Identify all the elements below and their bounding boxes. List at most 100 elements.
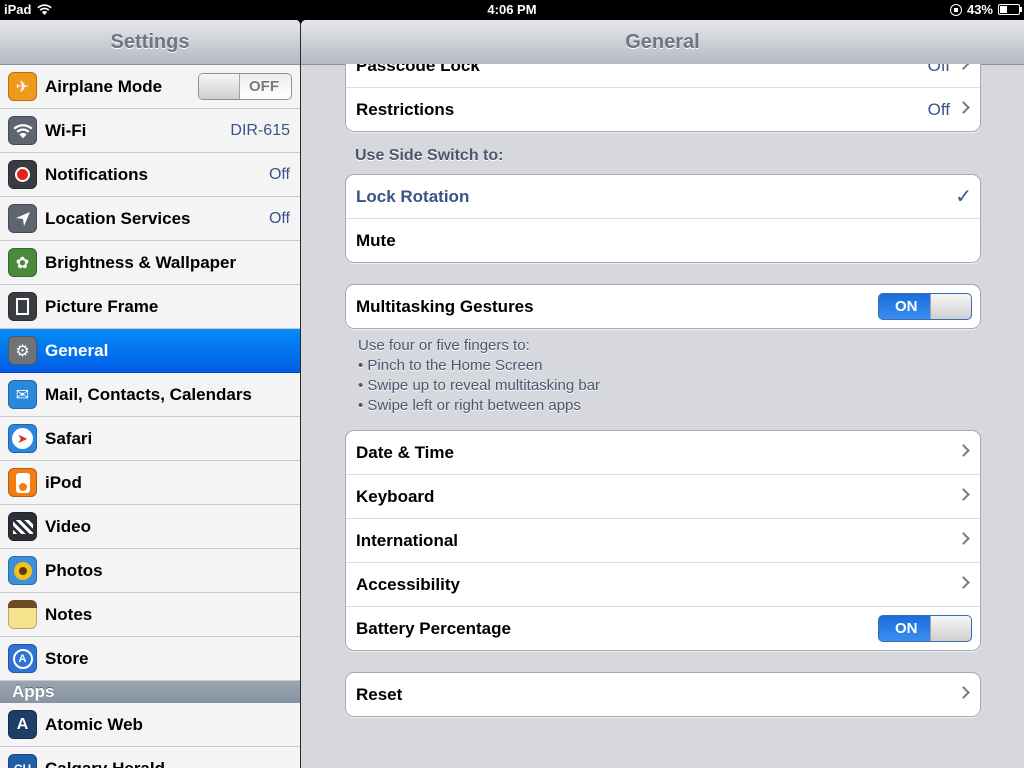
sidebar-item-label: Picture Frame [45,296,159,316]
lock-rotation-option[interactable]: Lock Rotation ✓ [346,175,980,219]
sidebar-item-brightness-wallpaper[interactable]: ✿ Brightness & Wallpaper [0,241,300,285]
airplane-icon: ✈ [8,72,37,101]
row-label: Passcode Lock [356,64,480,75]
battery-percentage-switch[interactable]: ON [878,615,972,642]
sidebar-item-label: Notifications [45,164,148,184]
sidebar-item-label: Airplane Mode [45,76,163,96]
footnote-line: • Swipe left or right between apps [358,397,581,414]
row-label: Accessibility [356,574,460,594]
sidebar-item-label: Safari [45,428,93,448]
side-switch-group: Lock Rotation ✓ Mute [345,174,981,263]
date-time-row[interactable]: Date & Time [346,431,980,475]
chevron-right-icon [957,444,970,457]
sidebar-title: Settings [0,20,300,65]
reset-group: Reset [345,672,981,717]
battery-icon [998,4,1022,15]
settings-sidebar: Settings ✈ Airplane Mode OFF Wi-Fi DIR-6… [0,20,301,768]
row-label: Reset [356,684,403,704]
row-label: Lock Rotation [356,186,470,206]
chevron-right-icon [957,686,970,699]
row-label: Multitasking Gestures [356,296,534,316]
footnote-line: • Swipe up to reveal multitasking bar [358,377,601,394]
sidebar-item-video[interactable]: Video [0,505,300,549]
rotation-lock-icon [949,3,962,16]
airplane-mode-switch[interactable]: OFF [198,73,292,100]
sidebar-item-notifications[interactable]: Notifications Off [0,153,300,197]
detail-title: General [301,20,1024,65]
settings-list: ✈ Airplane Mode OFF Wi-Fi DIR-615 Notifi… [0,65,300,768]
sidebar-item-airplane-mode[interactable]: ✈ Airplane Mode OFF [0,65,300,109]
flower-icon: ✿ [8,248,37,277]
restrictions-row[interactable]: Restrictions Off [346,88,980,131]
security-group: Passcode Lock Off Restrictions Off [345,64,981,132]
status-bar: iPad 4:06 PM 43% [0,0,1024,20]
location-icon [8,204,37,233]
battery-percentage: 43% [966,2,993,17]
sidebar-item-label: Wi-Fi [45,120,87,140]
switch-state-label: ON [895,298,918,315]
sidebar-item-label: General [45,340,109,360]
multitasking-group: Multitasking Gestures ON [345,284,981,329]
sidebar-item-mail-contacts-calendars[interactable]: ✉ Mail, Contacts, Calendars [0,373,300,417]
chevron-right-icon [957,488,970,501]
calgary-herald-icon: CH [8,754,37,768]
sidebar-item-location-services[interactable]: Location Services Off [0,197,300,241]
row-label: Mute [356,230,396,250]
clock: 4:06 PM [487,2,537,17]
general-options-group: Date & Time Keyboard International Acces… [345,430,981,651]
sidebar-item-picture-frame[interactable]: Picture Frame [0,285,300,329]
sidebar-item-store[interactable]: A Store [0,637,300,681]
general-settings-list[interactable]: Passcode Lock Off Restrictions Off Use S… [301,64,1024,768]
sunflower-icon [8,556,37,585]
international-row[interactable]: International [346,519,980,563]
wifi-network-value: DIR-615 [230,121,290,139]
app-store-icon: A [8,644,37,673]
mute-option[interactable]: Mute [346,219,980,262]
row-label: Keyboard [356,486,435,506]
sidebar-item-atomic-web[interactable]: A Atomic Web [0,703,300,747]
multitasking-gestures-row: Multitasking Gestures ON [346,285,980,328]
sidebar-item-calgary-herald[interactable]: CH Calgary Herald [0,747,300,768]
sidebar-item-photos[interactable]: Photos [0,549,300,593]
multitasking-gestures-switch[interactable]: ON [878,293,972,320]
notifications-value: Off [268,165,290,183]
switch-state-label: ON [895,620,918,637]
ipod-icon [8,468,37,497]
sidebar-item-label: Location Services [45,208,191,228]
passcode-lock-row[interactable]: Passcode Lock Off [346,64,980,88]
atomic-web-icon: A [8,710,37,739]
sidebar-item-label: Atomic Web [45,714,143,734]
keyboard-row[interactable]: Keyboard [346,475,980,519]
accessibility-row[interactable]: Accessibility [346,563,980,607]
picture-frame-icon [8,292,37,321]
row-label: International [356,530,459,550]
row-label: Restrictions [356,99,455,119]
battery-percentage-row: Battery Percentage ON [346,607,980,650]
sidebar-item-ipod[interactable]: iPod [0,461,300,505]
notifications-icon [8,160,37,189]
mail-icon: ✉ [8,380,37,409]
sidebar-item-general[interactable]: ⚙ General [0,329,300,373]
switch-state-label: OFF [249,78,279,95]
sidebar-item-label: Calgary Herald [45,758,165,768]
row-label: Battery Percentage [356,618,511,638]
sidebar-item-label: Notes [45,604,93,624]
sidebar-item-wifi[interactable]: Wi-Fi DIR-615 [0,109,300,153]
sidebar-item-label: Brightness & Wallpaper [45,252,237,272]
multitasking-footnote: Use four or five fingers to: • Pinch to … [358,336,600,416]
chevron-right-icon [957,576,970,589]
chevron-right-icon [957,101,970,114]
sidebar-item-notes[interactable]: Notes [0,593,300,637]
sidebar-item-label: Mail, Contacts, Calendars [45,384,252,404]
chevron-right-icon [957,532,970,545]
restrictions-value: Off [927,99,950,119]
chevron-right-icon [957,64,970,70]
sidebar-item-label: Video [45,516,91,536]
sidebar-item-safari[interactable]: ➤ Safari [0,417,300,461]
reset-row[interactable]: Reset [346,673,980,716]
location-services-value: Off [268,209,290,227]
side-switch-header: Use Side Switch to: [355,147,504,164]
general-detail-pane: General Passcode Lock Off Restrictions O… [301,20,1024,768]
checkmark-icon: ✓ [955,186,972,208]
gear-icon: ⚙ [8,336,37,365]
